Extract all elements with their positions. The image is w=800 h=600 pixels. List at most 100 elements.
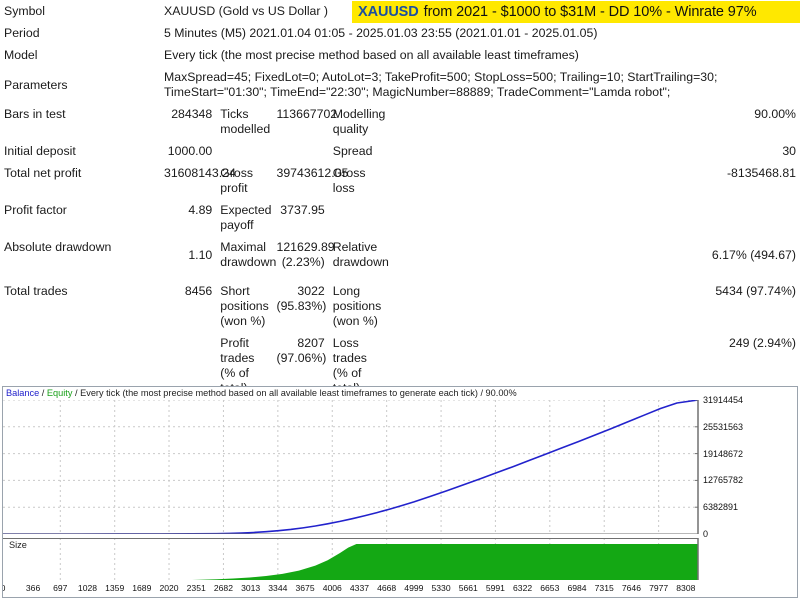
- profit-factor-value: 4.89: [160, 199, 217, 237]
- legend-sep-2: /: [72, 388, 81, 398]
- promo-banner: XAUUSD from 2021 - $1000 to $31M - DD 10…: [352, 1, 800, 23]
- x-axis-tick-label: 3344: [268, 583, 288, 593]
- x-axis-tick-label: 4668: [377, 583, 397, 593]
- x-axis-tick-label: 366: [25, 583, 41, 593]
- balance-equity-chart[interactable]: Balance / Equity / Every tick (the most …: [2, 386, 798, 598]
- maximal-drawdown-value: 121629.89 (2.23%): [272, 236, 335, 274]
- x-axis-tick-label: 0: [3, 583, 5, 593]
- short-positions-value: 3022 (95.83%): [272, 273, 329, 333]
- y-axis-tick-label: 19148672: [703, 448, 744, 459]
- table-row-absolute-drawdown: Absolute drawdown 1.10 Maximal drawdown …: [0, 236, 800, 274]
- model-label: Model: [0, 44, 160, 67]
- table-row-bars-in-test: Bars in test 284348 Ticks modelled 11366…: [0, 103, 800, 141]
- x-axis-tick-label: 2020: [159, 583, 179, 593]
- x-axis-tick-label: 5991: [485, 583, 505, 593]
- x-axis-tick-label: 2682: [213, 583, 233, 593]
- ticks-modelled-value: 113667702: [272, 103, 337, 141]
- empty-cell: [272, 140, 329, 163]
- total-trades-value: 8456: [160, 273, 217, 333]
- maximal-drawdown-label: Maximal drawdown: [216, 236, 276, 274]
- period-value: 5 Minutes (M5) 2021.01.04 01:05 - 2025.0…: [160, 22, 597, 45]
- table-row-total-net-profit: Total net profit 31608143.24 Gross profi…: [0, 162, 800, 200]
- table-row-total-trades: Total trades 8456 Short positions (won %…: [0, 273, 800, 333]
- parameters-label: Parameters: [0, 66, 160, 104]
- total-trades-label: Total trades: [0, 273, 160, 333]
- modelling-quality-value: 90.00%: [385, 103, 800, 141]
- x-axis-tick-label: 7315: [594, 583, 614, 593]
- legend-balance: Balance: [6, 388, 40, 398]
- bars-in-test-label: Bars in test: [0, 103, 160, 141]
- long-positions-label: Long positions (won %): [328, 273, 385, 333]
- x-axis-tick-label: 6322: [513, 583, 533, 593]
- relative-drawdown-value: 6.17% (494.67): [385, 236, 800, 274]
- x-axis-tick-label: 2351: [186, 583, 206, 593]
- table-row-initial-deposit: Initial deposit 1000.00 Spread 30: [0, 140, 800, 163]
- gross-profit-value: 39743612.05: [272, 162, 348, 200]
- x-axis-tick-label: 1028: [77, 583, 98, 593]
- legend-equity: Equity: [46, 388, 73, 398]
- chart-legend: Balance / Equity / Every tick (the most …: [6, 388, 517, 399]
- long-positions-value: 5434 (97.74%): [385, 273, 800, 333]
- parameters-value: MaxSpread=45; FixedLot=0; AutoLot=3; Tak…: [160, 66, 718, 104]
- x-axis-tick-label: 5330: [431, 583, 451, 593]
- parameters-line-1: MaxSpread=45; FixedLot=0; AutoLot=3; Tak…: [164, 70, 718, 84]
- y-axis-tick-label: 31914454: [703, 395, 744, 405]
- table-row-profit-factor: Profit factor 4.89 Expected payoff 3737.…: [0, 199, 800, 237]
- table-row-period: Period 5 Minutes (M5) 2021.01.04 01:05 -…: [0, 22, 800, 45]
- x-axis-tick-label: 3013: [241, 583, 261, 593]
- y-axis-tick-label: 6382891: [703, 502, 739, 513]
- parameters-line-2: TimeStart="01:30"; TimeEnd="22:30"; Magi…: [164, 85, 671, 99]
- x-axis-tick-label: 5661: [458, 583, 478, 593]
- chart-x-axis: 0 366 697 1028 1359 1689 2020 2351 2682 3013 3344 3…: [3, 581, 797, 597]
- gross-loss-value: -8135468.81: [385, 162, 800, 200]
- x-axis-tick-label: 7977: [649, 583, 669, 593]
- gross-loss-label: Gross loss: [328, 162, 385, 200]
- gross-profit-label: Gross profit: [216, 162, 273, 200]
- table-row-model: Model Every tick (the most precise metho…: [0, 44, 800, 67]
- modelling-quality-label: Modelling quality: [328, 103, 385, 141]
- empty-cell: [385, 199, 800, 237]
- short-positions-label: Short positions (won %): [216, 273, 273, 333]
- x-axis-tick-label: 4006: [322, 583, 342, 593]
- y-axis-tick-label: 25531563: [703, 421, 744, 432]
- period-label: Period: [0, 22, 160, 45]
- legend-description: Every tick (the most precise method base…: [80, 388, 517, 398]
- initial-deposit-value: 1000.00: [160, 140, 217, 163]
- size-panel-label: Size: [9, 540, 27, 550]
- total-net-profit-label: Total net profit: [0, 162, 160, 200]
- size-plot-area: [3, 538, 699, 580]
- promo-banner-symbol: XAUUSD: [358, 4, 419, 20]
- model-value: Every tick (the most precise method base…: [160, 44, 579, 67]
- promo-banner-text: from 2021 - $1000 to $31M - DD 10% - Win…: [423, 4, 757, 20]
- strategy-tester-report: Symbol XAUUSD (Gold vs US Dollar ) Perio…: [0, 0, 800, 600]
- spread-value: 30: [385, 140, 800, 163]
- x-axis-tick-label: 1689: [132, 583, 152, 593]
- table-row-parameters: Parameters MaxSpread=45; FixedLot=0; Aut…: [0, 66, 800, 104]
- profit-factor-label: Profit factor: [0, 199, 160, 237]
- relative-drawdown-label: Relative drawdown: [328, 236, 389, 274]
- x-axis-tick-label: 4999: [404, 583, 424, 593]
- x-axis-tick-label: 6984: [567, 583, 587, 593]
- expected-payoff-value: 3737.95: [272, 199, 329, 237]
- y-axis-tick-label: 0: [703, 529, 709, 539]
- spread-label: Spread: [328, 140, 385, 163]
- symbol-label: Symbol: [0, 0, 160, 23]
- x-axis-tick-label: 1359: [105, 583, 125, 593]
- expected-payoff-label: Expected payoff: [216, 199, 273, 237]
- x-axis-tick-label: 6653: [540, 583, 560, 593]
- initial-deposit-label: Initial deposit: [0, 140, 160, 163]
- x-axis-tick-label: 8308: [676, 583, 696, 593]
- absolute-drawdown-value: 1.10: [160, 236, 217, 274]
- x-axis-tick-label: 697: [53, 583, 68, 593]
- ticks-modelled-label: Ticks modelled: [216, 103, 273, 141]
- empty-cell: [328, 199, 385, 237]
- total-net-profit-value: 31608143.24: [160, 162, 236, 200]
- bars-in-test-value: 284348: [160, 103, 217, 141]
- balance-plot-area: [3, 400, 699, 534]
- empty-cell: [216, 140, 273, 163]
- x-axis-tick-label: 3675: [295, 583, 315, 593]
- x-axis-tick-label: 7646: [621, 583, 641, 593]
- y-axis-tick-label: 12765782: [703, 475, 744, 486]
- absolute-drawdown-label: Absolute drawdown: [0, 236, 160, 274]
- legend-sep-1: /: [39, 388, 47, 398]
